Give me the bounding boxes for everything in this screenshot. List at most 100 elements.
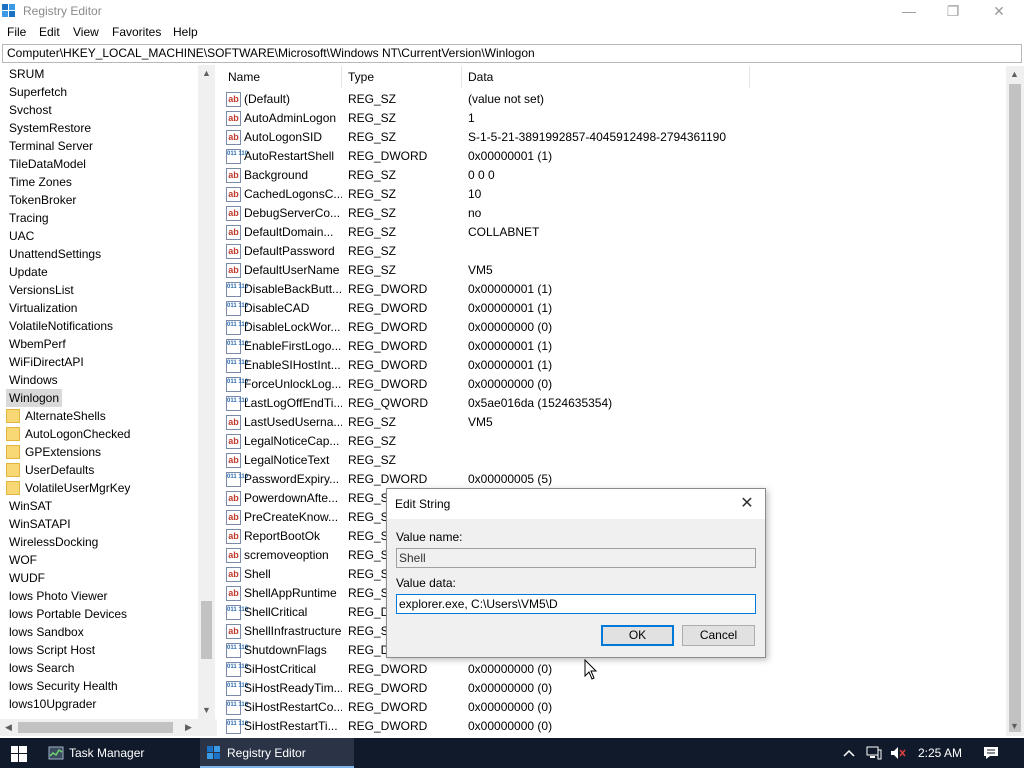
scroll-up-icon[interactable]: ▲ <box>198 65 215 82</box>
taskbar-task-manager[interactable]: Task Manager <box>42 738 196 768</box>
tree-item[interactable]: WUDF <box>6 569 45 587</box>
address-bar[interactable]: Computer\HKEY_LOCAL_MACHINE\SOFTWARE\Mic… <box>2 44 1022 63</box>
value-row[interactable]: ab (Default) REG_SZ (value not set) <box>222 90 1006 109</box>
string-value-icon: ab <box>226 263 241 278</box>
dialog-close-icon[interactable]: ✕ <box>733 493 761 515</box>
tree-horizontal-scrollbar[interactable]: ◀ ▶ <box>0 719 217 736</box>
value-row[interactable]: ab CachedLogonsC... REG_SZ 10 <box>222 185 1006 204</box>
value-row[interactable]: ab DefaultPassword REG_SZ <box>222 242 1006 261</box>
scroll-right-icon[interactable]: ▶ <box>180 719 197 736</box>
tree-item[interactable]: Windows <box>6 371 58 389</box>
value-name: SiHostRestartTi... <box>244 719 338 733</box>
tree-item[interactable]: lows Search <box>6 659 74 677</box>
tree-item[interactable]: Svchost <box>6 101 52 119</box>
tree-item[interactable]: UAC <box>6 227 34 245</box>
close-button[interactable]: ✕ <box>976 0 1022 23</box>
tree-item[interactable]: TokenBroker <box>6 191 76 209</box>
scroll-left-icon[interactable]: ◀ <box>0 719 17 736</box>
tree-item[interactable]: Update <box>6 263 48 281</box>
value-row[interactable]: ab LegalNoticeText REG_SZ <box>222 451 1006 470</box>
menu-help[interactable]: Help <box>173 25 198 39</box>
value-row[interactable]: 011 110 SiHostRestartCo... REG_DWORD 0x0000… <box>222 698 1006 717</box>
column-name[interactable]: Name <box>222 66 342 88</box>
tree-item[interactable]: TileDataModel <box>6 155 86 173</box>
value-row[interactable]: 011 110 ForceUnlockLog... REG_DWORD 0x00000… <box>222 375 1006 394</box>
tree-item[interactable]: VolatileNotifications <box>6 317 113 335</box>
value-data: 0x00000001 (1) <box>468 358 553 372</box>
value-row[interactable]: 011 110 AutoRestartShell REG_DWORD 0x000000… <box>222 147 1006 166</box>
tree-item[interactable]: Tracing <box>6 209 49 227</box>
scroll-down-icon[interactable]: ▼ <box>198 702 215 719</box>
tree-item[interactable]: WirelessDocking <box>6 533 98 551</box>
tree-scroll-thumb[interactable] <box>201 601 212 659</box>
tree-item[interactable]: Time Zones <box>6 173 72 191</box>
value-data-field[interactable]: explorer.exe, C:\Users\VM5\D <box>396 594 756 614</box>
value-row[interactable]: ab LegalNoticeCap... REG_SZ <box>222 432 1006 451</box>
value-type: REG_DWORD <box>348 472 428 486</box>
column-data[interactable]: Data <box>462 66 750 88</box>
value-name: LastUsedUserna... <box>244 415 342 429</box>
tree-item[interactable]: Virtualization <box>6 299 77 317</box>
value-row[interactable]: 011 110 LastLogOffEndTi... REG_QWORD 0x5ae0… <box>222 394 1006 413</box>
ok-button[interactable]: OK <box>601 625 674 646</box>
tree-item[interactable]: lows Security Health <box>6 677 118 695</box>
value-row[interactable]: ab LastUsedUserna... REG_SZ VM5 <box>222 413 1006 432</box>
value-row[interactable]: 011 110 SiHostRestartTi... REG_DWORD 0x0000… <box>222 717 1006 736</box>
value-type: REG_SZ <box>348 92 397 106</box>
minimize-button[interactable]: — <box>886 0 932 23</box>
cancel-button[interactable]: Cancel <box>682 625 755 646</box>
tree-item[interactable]: lows Photo Viewer <box>6 587 108 605</box>
tree-item[interactable]: lows Portable Devices <box>6 605 127 623</box>
menu-edit[interactable]: Edit <box>39 25 60 39</box>
tree-hscroll-thumb[interactable] <box>18 722 173 733</box>
tree-item[interactable]: lows Script Host <box>6 641 95 659</box>
tree-item[interactable]: WOF <box>6 551 37 569</box>
tree-item[interactable]: VersionsList <box>6 281 74 299</box>
clock[interactable]: 2:25 AM <box>910 738 970 768</box>
menu-view[interactable]: View <box>73 25 99 39</box>
chevron-up-icon[interactable] <box>840 738 858 768</box>
value-row[interactable]: ab DefaultDomain... REG_SZ COLLABNET <box>222 223 1006 242</box>
value-row[interactable]: 011 110 PasswordExpiry... REG_DWORD 0x00000… <box>222 470 1006 489</box>
start-button[interactable] <box>0 738 40 768</box>
tree-item[interactable]: lows10Upgrader <box>6 695 96 713</box>
tree-item[interactable]: lows Sandbox <box>6 623 84 641</box>
tree-item[interactable]: Superfetch <box>6 83 67 101</box>
list-scroll-thumb[interactable] <box>1009 84 1021 732</box>
tree-item[interactable]: Winlogon <box>6 389 63 407</box>
value-row[interactable]: ab AutoLogonSID REG_SZ S-1-5-21-3891992857-… <box>222 128 1006 147</box>
value-name: Background <box>244 168 309 182</box>
value-row[interactable]: 011 110 EnableFirstLogo... REG_DWORD 0x0000… <box>222 337 1006 356</box>
scroll-up-icon[interactable]: ▲ <box>1006 66 1023 83</box>
notifications-icon[interactable] <box>978 738 1004 768</box>
value-row[interactable]: 011 110 EnableSIHostInt... REG_DWORD 0x0000… <box>222 356 1006 375</box>
scroll-down-icon[interactable]: ▼ <box>1006 718 1023 735</box>
tree-item[interactable]: WinSAT <box>6 497 52 515</box>
volume-muted-icon[interactable] <box>888 738 908 768</box>
value-row[interactable]: 011 110 SiHostReadyTim... REG_DWORD 0x00000… <box>222 679 1006 698</box>
value-row[interactable]: ab DebugServerCo... REG_SZ no <box>222 204 1006 223</box>
list-vertical-scrollbar[interactable]: ▲ ▼ <box>1006 66 1024 736</box>
tree-item[interactable]: WinSATAPI <box>6 515 71 533</box>
tree-item[interactable]: WiFiDirectAPI <box>6 353 84 371</box>
value-row[interactable]: ab Background REG_SZ 0 0 0 <box>222 166 1006 185</box>
tree-item[interactable]: UnattendSettings <box>6 245 101 263</box>
tree-item[interactable]: SRUM <box>6 65 44 83</box>
column-type[interactable]: Type <box>342 66 462 88</box>
value-row[interactable]: 011 110 DisableCAD REG_DWORD 0x00000001 (1) <box>222 299 1006 318</box>
menu-favorites[interactable]: Favorites <box>112 25 161 39</box>
menu-file[interactable]: File <box>7 25 26 39</box>
tree-item[interactable]: SystemRestore <box>6 119 91 137</box>
value-row[interactable]: ab AutoAdminLogon REG_SZ 1 <box>222 109 1006 128</box>
value-row[interactable]: 011 110 DisableLockWor... REG_DWORD 0x00000… <box>222 318 1006 337</box>
value-row[interactable]: 011 110 SiHostCritical REG_DWORD 0x00000000… <box>222 660 1006 679</box>
maximize-button[interactable]: ❐ <box>930 0 976 23</box>
tree-vertical-scrollbar[interactable]: ▲ ▼ <box>198 65 215 719</box>
tree-item[interactable]: Terminal Server <box>6 137 93 155</box>
network-icon[interactable] <box>864 738 884 768</box>
string-value-icon: ab <box>226 415 241 430</box>
value-row[interactable]: 011 110 DisableBackButt... REG_DWORD 0x0000… <box>222 280 1006 299</box>
taskbar-registry-editor[interactable]: Registry Editor <box>200 738 354 768</box>
value-row[interactable]: ab DefaultUserName REG_SZ VM5 <box>222 261 1006 280</box>
tree-item[interactable]: WbemPerf <box>6 335 66 353</box>
